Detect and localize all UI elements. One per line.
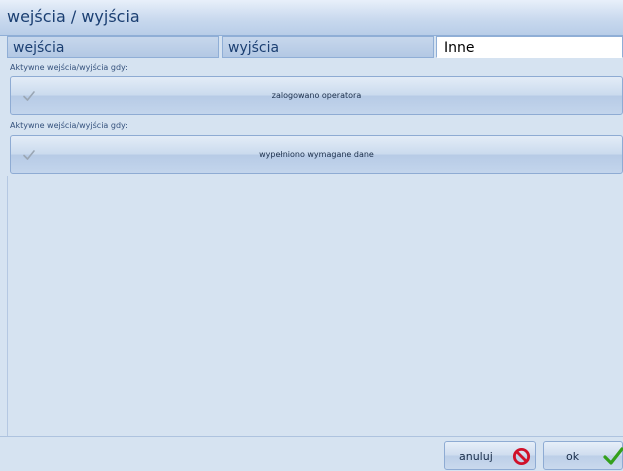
- required-data-filled-label: wypełniono wymagane dane: [259, 150, 374, 159]
- logged-in-operator-toggle[interactable]: zalogowano operatora: [10, 76, 623, 115]
- content-area: [7, 176, 623, 436]
- no-entry-icon: [512, 447, 531, 466]
- ok-button-label: ok: [566, 450, 580, 463]
- section-label-required-data: Aktywne wejścia/wyjścia gdy:: [10, 121, 128, 130]
- required-data-filled-toggle[interactable]: wypełniono wymagane dane: [10, 135, 623, 174]
- ok-button[interactable]: ok: [543, 441, 623, 470]
- cancel-button[interactable]: anuluj: [444, 441, 536, 470]
- tab-inne[interactable]: Inne: [436, 36, 623, 58]
- tab-wejscia[interactable]: wejścia: [7, 36, 219, 58]
- checkmark-icon: [603, 447, 623, 465]
- title-bar: wejścia / wyjścia: [0, 0, 623, 36]
- footer-bar: anuluj ok: [0, 436, 623, 471]
- section-label-logged-in: Aktywne wejścia/wyjścia gdy:: [10, 63, 128, 72]
- tab-wyjscia[interactable]: wyjścia: [222, 36, 434, 58]
- cancel-button-label: anuluj: [459, 450, 493, 463]
- window-title: wejścia / wyjścia: [7, 7, 140, 26]
- logged-in-operator-label: zalogowano operatora: [271, 91, 362, 100]
- tab-strip: wejścia wyjścia Inne: [7, 36, 623, 60]
